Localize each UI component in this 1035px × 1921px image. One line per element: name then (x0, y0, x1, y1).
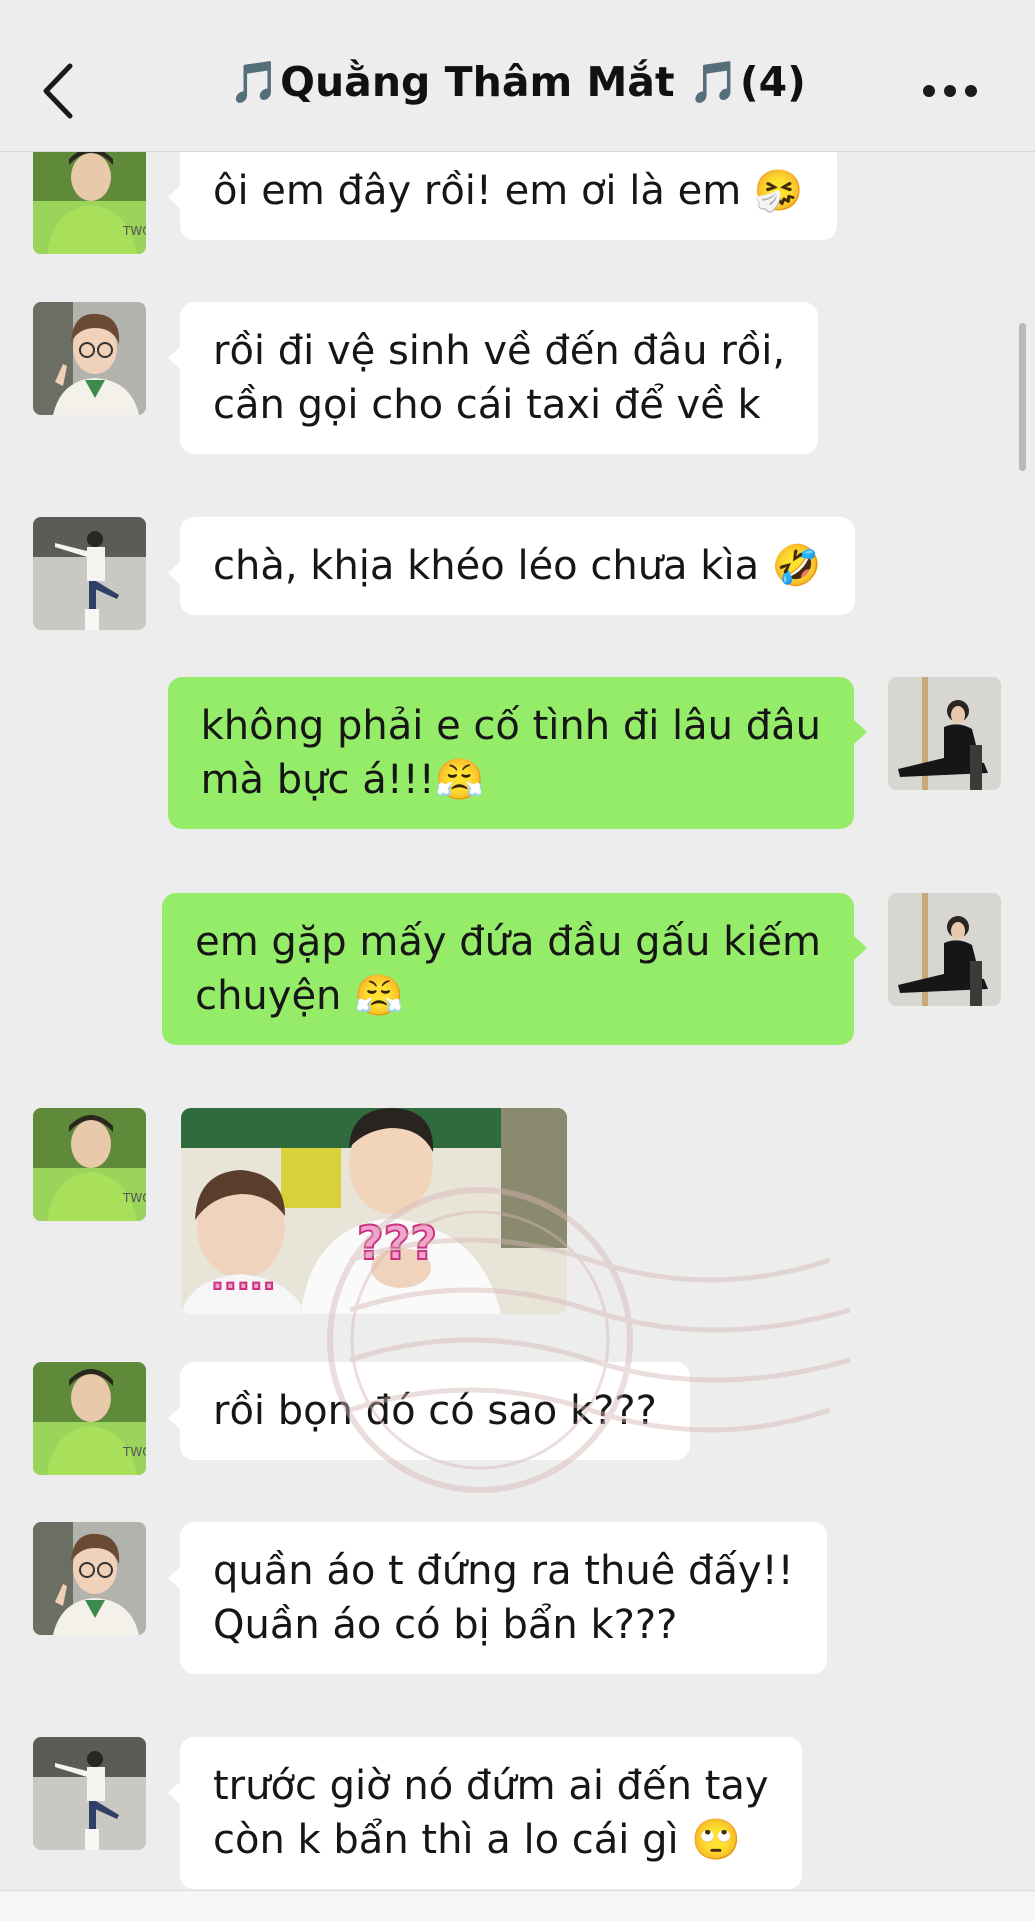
back-button[interactable] (34, 58, 84, 124)
message-bubble[interactable]: rồi bọn đó có sao k??? (180, 1362, 690, 1460)
sticker-dots: ..... (210, 1257, 277, 1299)
avatar[interactable] (33, 1522, 146, 1635)
avatar[interactable] (888, 893, 1001, 1006)
sticker-image[interactable]: ??? ..... (181, 1108, 567, 1314)
svg-text:TWO: TWO (122, 1191, 146, 1205)
message-bubble[interactable]: trước giờ nó đứm ai đến tay còn k bẩn th… (180, 1737, 802, 1889)
chat-header: 🎵Quằng Thâm Mắt 🎵(4) (0, 0, 1035, 152)
avatar[interactable]: TWO (33, 1362, 146, 1475)
avatar[interactable] (888, 677, 1001, 790)
svg-text:TWO: TWO (122, 1445, 146, 1459)
avatar[interactable]: TWO (33, 1108, 146, 1221)
message-list[interactable]: TWO ôi em đây rồi! em ơi là em 🤧 rồi đi … (0, 0, 1035, 1920)
chat-title: 🎵Quằng Thâm Mắt 🎵(4) (229, 58, 806, 106)
sticker-caption: ??? (356, 1215, 438, 1271)
avatar[interactable] (33, 1737, 146, 1850)
avatar[interactable]: TWO (33, 141, 146, 254)
avatar[interactable] (33, 517, 146, 630)
message-bubble[interactable]: ôi em đây rồi! em ơi là em 🤧 (180, 142, 837, 240)
message-bubble[interactable]: rồi đi vệ sinh về đến đâu rồi, cần gọi c… (180, 302, 819, 454)
avatar[interactable] (33, 302, 146, 415)
scrollbar[interactable] (1019, 323, 1026, 471)
message-bubble[interactable]: em gặp mấy đứa đầu gấu kiếm chuyện 😤 (162, 893, 854, 1045)
message-bubble[interactable]: không phải e cố tình đi lâu đâu mà bực á… (167, 677, 854, 829)
message-bubble[interactable]: chà, khịa khéo léo chưa kìa 🤣 (180, 517, 855, 615)
more-options-button[interactable] (915, 66, 985, 116)
chevron-left-icon (43, 63, 73, 119)
message-bubble[interactable]: quần áo t đứng ra thuê đấy!! Quần áo có … (180, 1522, 827, 1674)
svg-text:TWO: TWO (122, 224, 146, 238)
more-dots-icon (923, 85, 977, 97)
input-bar-edge (0, 1890, 1035, 1921)
